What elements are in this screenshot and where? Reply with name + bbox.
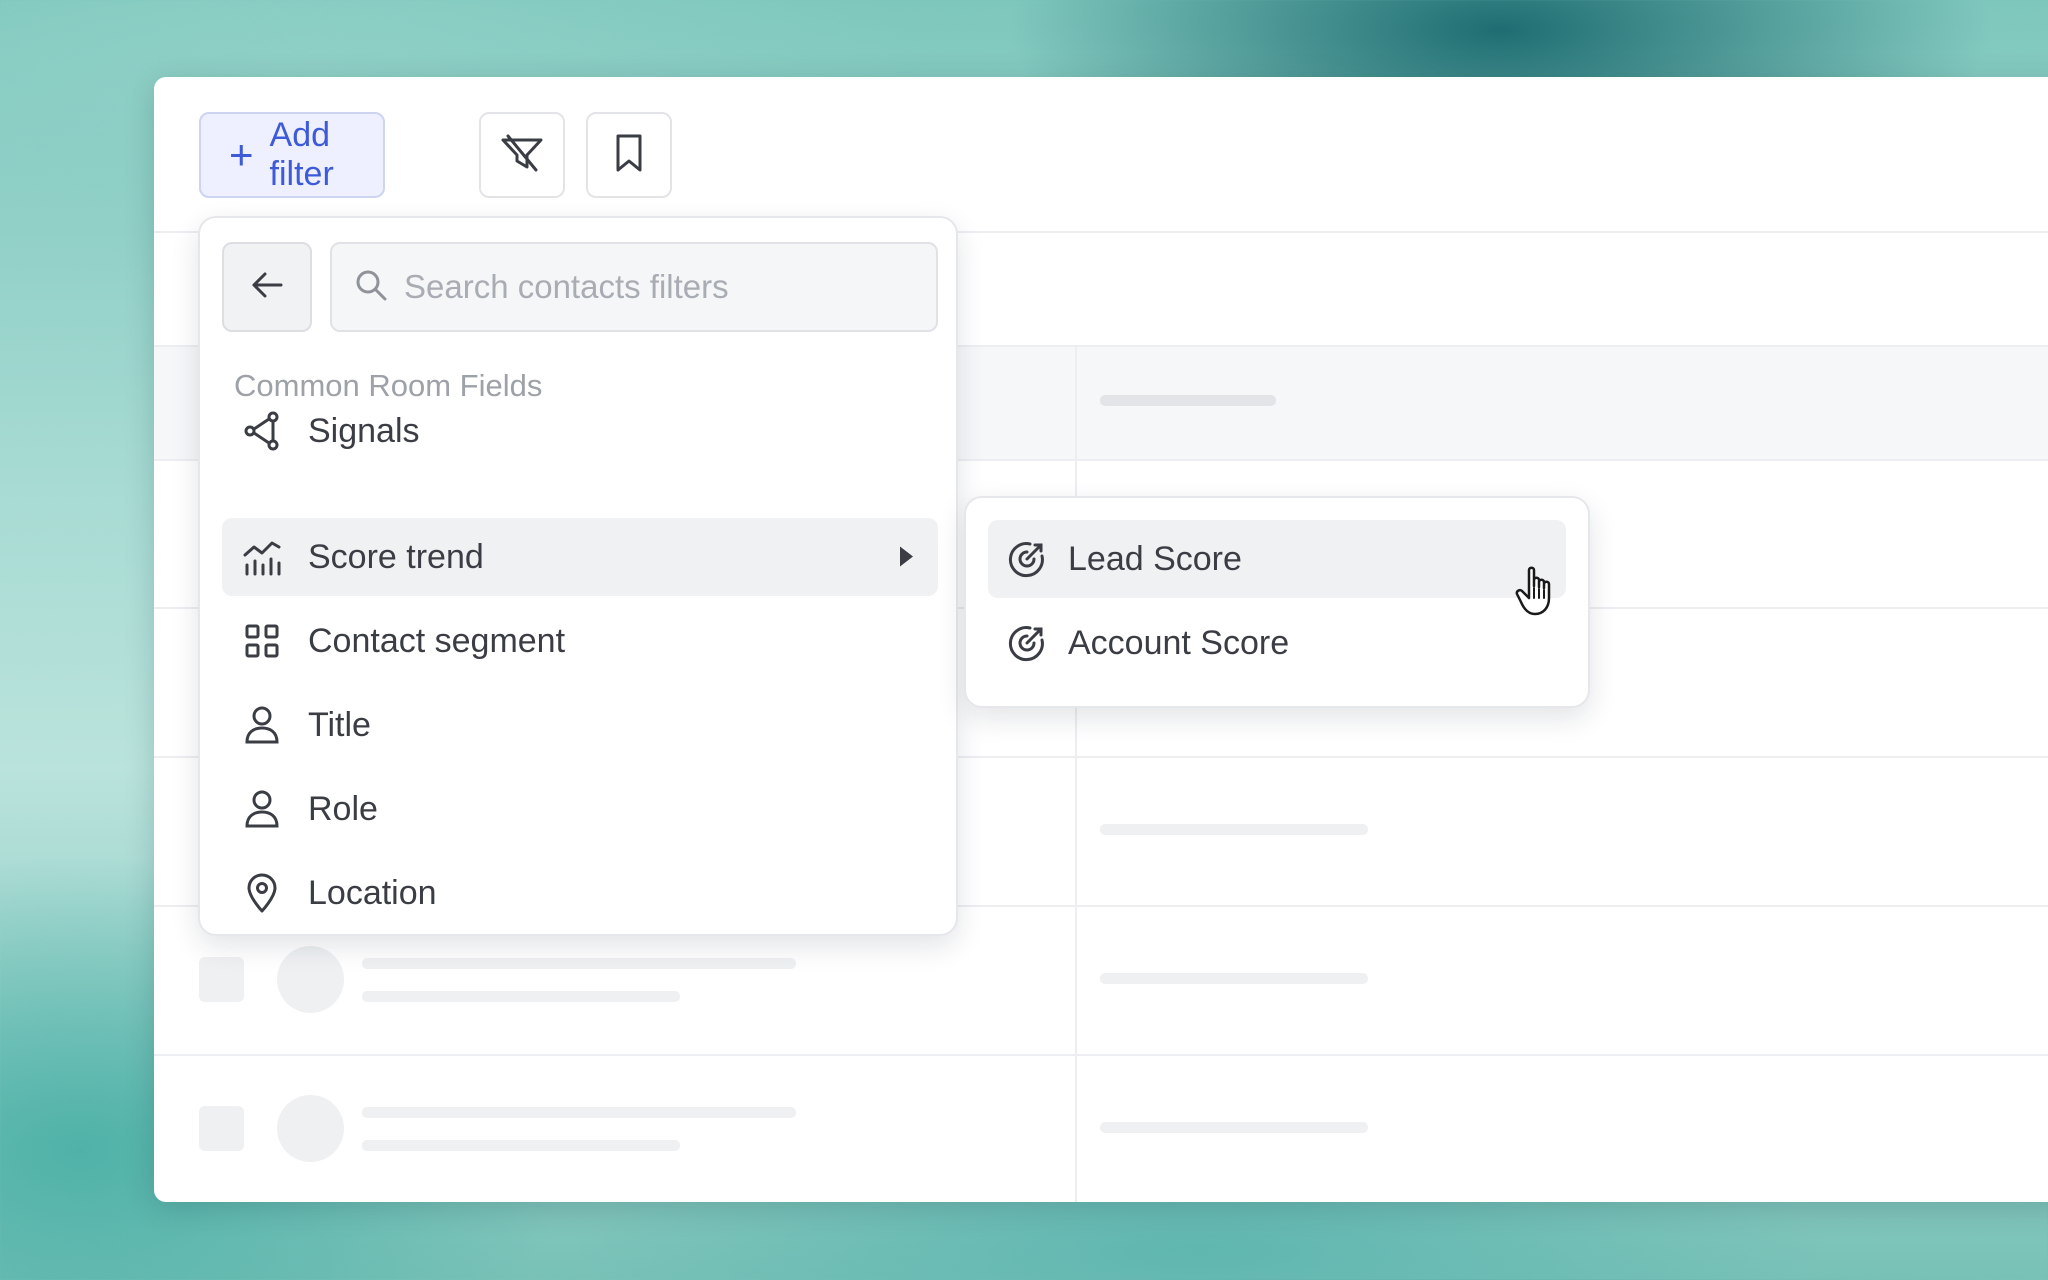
add-filter-label: Add filter — [269, 116, 334, 193]
skeleton-avatar — [277, 1095, 344, 1162]
bookmark-icon — [614, 133, 644, 178]
skeleton-line — [1100, 1122, 1368, 1133]
target-score-icon — [1006, 538, 1048, 580]
menu-item-score-trend[interactable]: Score trend — [222, 518, 938, 596]
clear-filters-button[interactable] — [479, 112, 565, 198]
menu-item-role[interactable]: Role — [222, 770, 938, 848]
divider — [154, 1054, 2048, 1056]
submenu-item-account-score[interactable]: Account Score — [988, 604, 1566, 682]
add-filter-button[interactable]: + Add filter — [199, 112, 385, 198]
grid-icon — [242, 621, 282, 661]
skeleton-header — [1100, 395, 1276, 406]
skeleton-line — [362, 1107, 796, 1118]
arrow-left-icon — [250, 270, 284, 305]
score-trend-submenu: Lead Score Account Score — [964, 496, 1590, 708]
person-icon — [242, 789, 282, 829]
target-score-icon — [1006, 622, 1048, 664]
saved-views-button[interactable] — [586, 112, 672, 198]
menu-item-label: Location — [308, 873, 437, 912]
skeleton-checkbox — [199, 957, 244, 1002]
skeleton-line — [1100, 824, 1368, 835]
menu-item-label: Contact segment — [308, 621, 566, 660]
menu-item-label: Score trend — [308, 537, 484, 576]
skeleton-line — [362, 1140, 680, 1151]
menu-item-location[interactable]: Location — [222, 854, 938, 932]
skeleton-line — [1100, 973, 1368, 984]
back-button[interactable] — [222, 242, 312, 332]
menu-item-signals[interactable]: Signals — [222, 392, 938, 470]
skeleton-line — [362, 958, 796, 969]
skeleton-line — [362, 991, 680, 1002]
signals-icon — [242, 411, 282, 451]
hand-cursor-icon — [1515, 562, 1563, 618]
plus-icon: + — [229, 131, 254, 178]
location-pin-icon — [242, 873, 282, 913]
skeleton-checkbox — [199, 1106, 244, 1151]
person-icon — [242, 705, 282, 745]
caret-right-icon — [898, 538, 914, 577]
menu-item-label: Signals — [308, 411, 420, 450]
submenu-item-label: Account Score — [1068, 623, 1290, 662]
skeleton-avatar — [277, 946, 344, 1013]
filter-off-icon — [500, 133, 544, 178]
menu-item-label: Title — [308, 705, 371, 744]
filter-dropdown: Common Room Fields Signals Score trend — [198, 216, 958, 936]
menu-item-title[interactable]: Title — [222, 686, 938, 764]
filter-search[interactable] — [330, 242, 938, 332]
submenu-item-lead-score[interactable]: Lead Score — [988, 520, 1566, 598]
search-icon — [354, 268, 388, 307]
submenu-item-label: Lead Score — [1068, 539, 1242, 578]
search-input[interactable] — [402, 267, 926, 307]
menu-item-label: Role — [308, 789, 378, 828]
column-divider — [1075, 345, 1077, 1202]
menu-item-contact-segment[interactable]: Contact segment — [222, 602, 938, 680]
score-trend-icon — [242, 537, 282, 577]
